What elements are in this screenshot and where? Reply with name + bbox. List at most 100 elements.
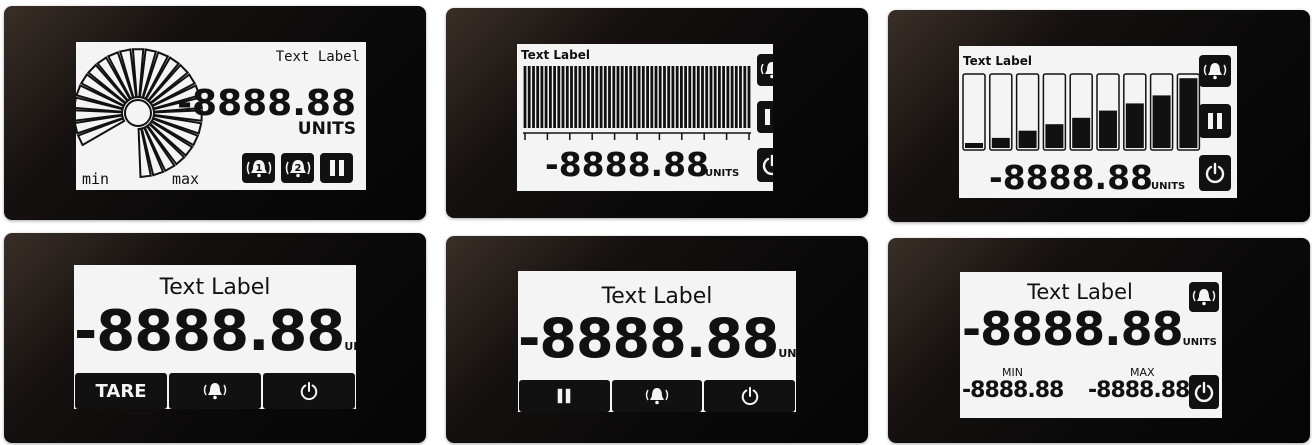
bar-segment [629, 66, 633, 128]
level-bar-fill [1072, 117, 1091, 148]
pause-button[interactable] [320, 153, 353, 183]
gauge-max-label: max [172, 170, 199, 188]
bar-segment [625, 66, 628, 128]
reading-units: UNITS [1182, 337, 1217, 348]
bar-segment [705, 66, 709, 128]
lcd-screen: Text Label -8888.88UNITS TARE [74, 265, 356, 409]
pause-icon [558, 388, 571, 404]
panel-title: Text Label [963, 54, 1032, 68]
pause-icon [765, 109, 770, 125]
bar-graph: Text Label -8888.88 UNITS [521, 48, 751, 184]
alarm-button[interactable] [1189, 282, 1219, 312]
bell-icon [203, 383, 227, 400]
reading-value: -8888.88 [177, 83, 356, 124]
reading-units: UNITS [705, 168, 739, 179]
power-button[interactable] [1199, 155, 1231, 191]
power-softkey[interactable] [704, 380, 796, 412]
power-softkey[interactable] [263, 373, 355, 409]
gauge-segment [76, 96, 124, 113]
bar-segment [730, 66, 734, 128]
bar-segment [688, 66, 692, 128]
reading-row: -8888.88UNITS [74, 299, 356, 364]
level-bar-fill [965, 143, 983, 148]
alarm-1-icon: 1 [246, 160, 271, 178]
power-button[interactable] [1189, 375, 1219, 409]
bar-segment [739, 66, 742, 128]
bar-segment [612, 66, 616, 128]
display-panel-pause: Text Label -8888.88UNITS [446, 236, 868, 443]
bar-segment [696, 66, 700, 128]
bar-segment [663, 66, 666, 128]
bar-segment [527, 66, 531, 128]
reading-row: -8888.88UNITS [518, 307, 796, 370]
bar-segment [574, 66, 578, 128]
gauge-min-label: min [82, 170, 109, 188]
bar-segment [595, 66, 599, 128]
lcd-screen: Text Label -8888.88 UNITS [517, 44, 773, 191]
bar-segment [557, 66, 561, 128]
bell-icon [645, 388, 669, 405]
panel-title: Text Label [159, 275, 271, 300]
level-bar-fill [1179, 78, 1198, 148]
bar-segment [599, 66, 603, 128]
bar-segment [540, 66, 544, 128]
level-bar-fill [1018, 130, 1037, 148]
power-icon [300, 381, 318, 401]
display-panel-minmax: Text Label -8888.88UNITS MIN -8888.88 MA… [888, 238, 1310, 443]
display-panel-tare: Text Label -8888.88UNITS TARE [4, 233, 426, 443]
bar-segment [654, 66, 658, 128]
bar-segment [671, 66, 675, 128]
reading-units: UNITS [344, 340, 356, 353]
level-bars: Text Label -8888.88 UNITS [962, 54, 1201, 197]
bar-segment [658, 66, 662, 128]
bar-segment [743, 66, 747, 128]
bar-segment [608, 66, 611, 128]
reading-value: -8888.88 [962, 302, 1184, 356]
bar-segment [726, 66, 730, 128]
display-panel-bargraph: Text Label -8888.88 UNITS [446, 8, 868, 218]
bar-segment [667, 66, 671, 128]
level-bar-fill [1099, 110, 1117, 148]
svg-text:2: 2 [294, 163, 301, 174]
min-value: -8888.88 [962, 378, 1064, 403]
display-panel-gauge: min max Text Label -8888.88 UNITS 1 2 [4, 6, 426, 220]
bar-segment [603, 66, 607, 128]
bar-segment [591, 66, 594, 128]
bar-segment [709, 66, 713, 128]
alarm-2-button[interactable]: 2 [281, 153, 314, 183]
bar-segment [646, 66, 649, 128]
bar-segment [561, 66, 565, 128]
level-bar-fill [1045, 124, 1064, 148]
power-icon [741, 386, 758, 406]
bar-segment [549, 66, 552, 128]
alarm-2-icon: 2 [285, 160, 310, 178]
alarm-softkey[interactable] [611, 380, 703, 412]
alarm-softkey[interactable] [169, 373, 261, 409]
bar-segment [713, 66, 717, 128]
tare-softkey[interactable]: TARE [75, 373, 167, 409]
alarm-button[interactable] [757, 54, 773, 86]
bell-icon [1192, 289, 1216, 306]
alarm-button[interactable] [1199, 55, 1231, 87]
bar-segment [578, 66, 582, 128]
pause-button[interactable] [1199, 104, 1231, 138]
power-button[interactable] [757, 148, 773, 182]
bar-segment [587, 66, 590, 128]
bar-segment [616, 66, 620, 128]
level-bar-outline [962, 73, 986, 151]
reading-units: UNITS [778, 347, 796, 360]
reading-units: UNITS [1151, 181, 1185, 192]
lcd-screen: Text Label -8888.88UNITS [518, 271, 796, 412]
reading-value: -8888.88 [545, 145, 709, 184]
level-bar-fill [991, 137, 1010, 148]
pause-button[interactable] [757, 101, 773, 133]
alarm-1-button[interactable]: 1 [242, 153, 275, 183]
reading-units: UNITS [298, 119, 356, 139]
pause-softkey[interactable] [519, 380, 610, 412]
max-value: -8888.88 [1088, 378, 1190, 403]
lcd-screen: Text Label -8888.88UNITS MIN -8888.88 MA… [960, 272, 1222, 418]
bar-segment [582, 66, 586, 128]
bar-segment [637, 66, 641, 128]
lcd-screen: min max Text Label -8888.88 UNITS 1 2 [76, 42, 366, 190]
pause-icon [329, 160, 344, 176]
